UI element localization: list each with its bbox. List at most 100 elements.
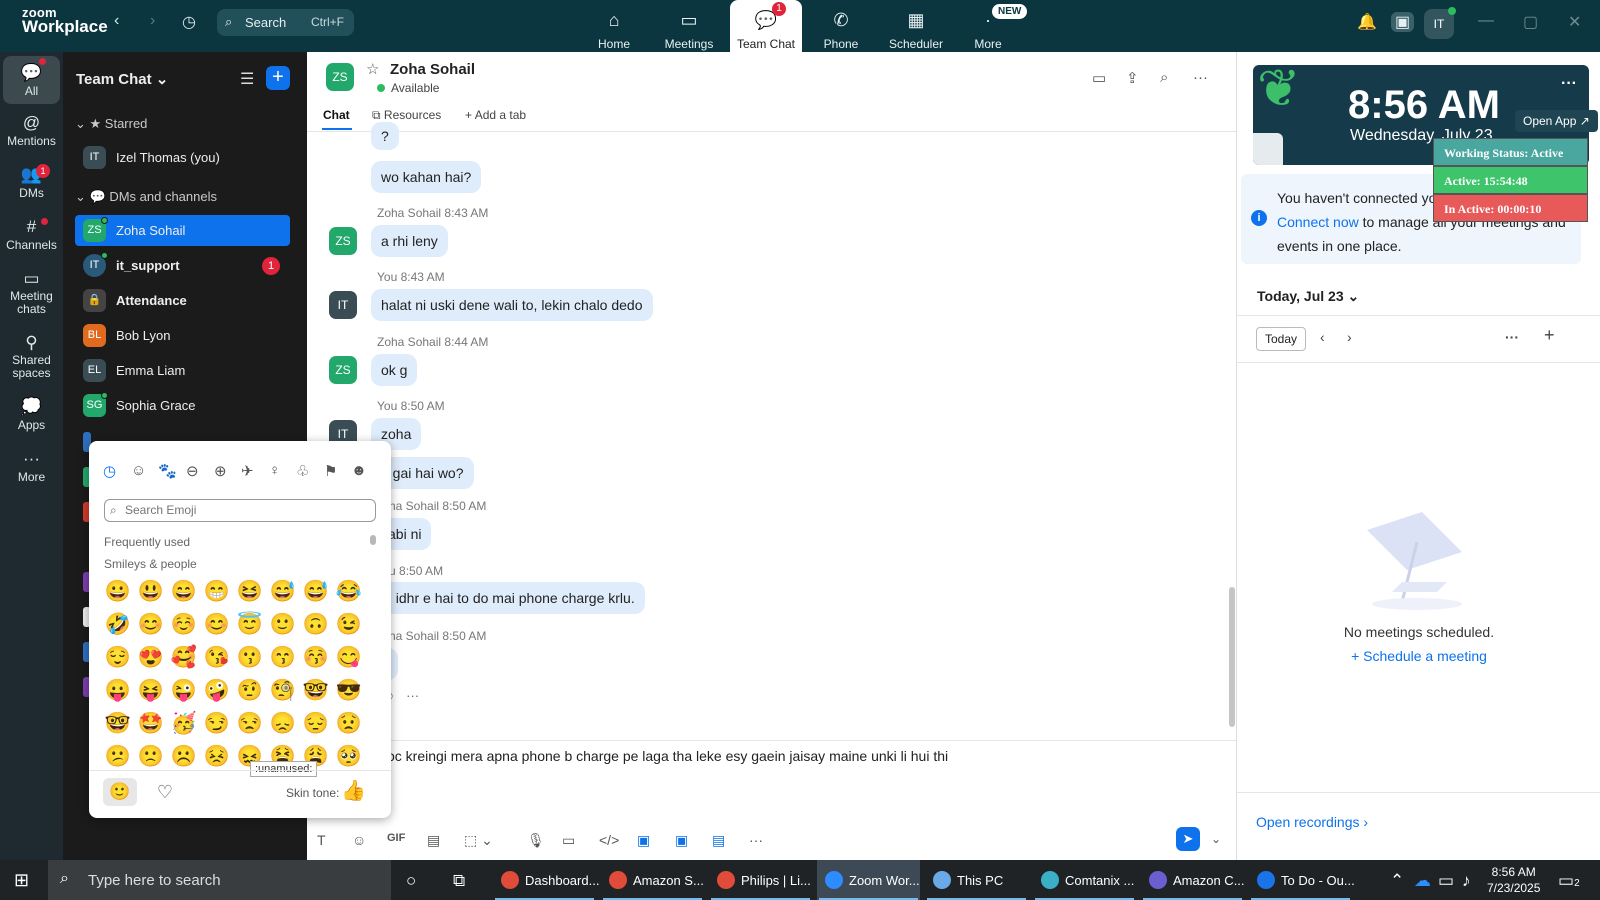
message-bubble[interactable]: a rhi leny [371,225,448,257]
share-screen-icon[interactable]: ⇪ [1126,69,1139,87]
emoji-cell[interactable]: 😍 [136,643,166,673]
emoji-cell[interactable]: 🥺 [334,742,364,772]
filter-icon[interactable]: ☰ [240,69,254,89]
history-icon[interactable]: ◷ [182,12,196,32]
emoji-cell[interactable]: 🤪 [202,676,232,706]
emoji-search-field[interactable] [125,503,370,517]
emoji-cell[interactable]: 🤩 [136,709,166,739]
notifications-icon[interactable]: ▭2 [1558,871,1580,891]
emoji-cell[interactable]: 🙂 [268,610,298,640]
open-recordings-link[interactable]: Open recordings › [1256,814,1368,830]
rail-meeting-chats[interactable]: ▭ Meeting chats [3,268,60,316]
sidebar-item-emma-liam[interactable]: EL Emma Liam [75,355,290,386]
emoji-cell[interactable]: 🥳 [169,709,199,739]
format-text-icon[interactable]: T [317,832,326,848]
emoji-cell[interactable]: ☺️ [169,610,199,640]
emoji-cell[interactable]: 😄 [169,577,199,607]
animal-icon[interactable]: 🐾 [158,462,177,480]
rail-shared-spaces[interactable]: ⚲ Shared spaces [3,332,60,380]
nav-meetings[interactable]: ▭ Meetings [653,0,725,52]
emoji-cell[interactable]: 😉 [334,610,364,640]
rail-dms[interactable]: 👥 1 DMs [3,164,60,200]
taskbar-app[interactable]: This PC [925,860,1028,900]
search-icon[interactable]: ⌕ [1160,69,1168,86]
emoji-cell[interactable]: 😅 [301,577,331,607]
close-window-icon[interactable]: ✕ [1568,12,1581,32]
next-day-icon[interactable]: › [1347,329,1352,345]
emoji-cell[interactable]: 😘 [202,643,232,673]
screenshot-icon[interactable]: ⬚ ⌄ [464,832,493,849]
emoji-cell[interactable]: 😛 [103,676,133,706]
emoji-cell[interactable]: 😎 [334,676,364,706]
emoji-cell[interactable]: 🙁 [136,742,166,772]
taskbar-app[interactable]: Amazon C... [1141,860,1245,900]
profile-avatar[interactable]: IT [1424,7,1456,39]
app-icon[interactable]: ▣ [675,832,688,849]
today-button[interactable]: Today [1256,327,1306,351]
emoji-cell[interactable]: 😝 [136,676,166,706]
taskbar-app[interactable]: Zoom Wor... [817,860,920,900]
forward-arrow-icon[interactable]: › [150,12,155,30]
message-bubble[interactable]: halat ni uski dene wali to, lekin chalo … [371,289,653,321]
food-icon[interactable]: ⊖ [186,462,199,480]
emoji-cell[interactable]: 😞 [268,709,298,739]
emoji-cell[interactable]: 😗 [235,643,265,673]
symbols-icon[interactable]: ♧ [296,462,309,480]
global-search[interactable]: ⌕ Search Ctrl+F [217,9,354,36]
emoji-cell[interactable]: 🙃 [301,610,331,640]
microphone-icon[interactable]: 🎙 [527,832,545,849]
contact-name[interactable]: Zoha Sohail [390,61,475,78]
date-heading[interactable]: Today, Jul 23 ⌄ [1257,288,1359,305]
emoji-icon[interactable]: ☺ [352,832,366,848]
nav-team-chat[interactable]: 💬 1 Team Chat [730,0,802,52]
video-call-icon[interactable]: ▭ [1092,69,1106,87]
sidebar-item-sophia-grace[interactable]: SG Sophia Grace [75,390,290,421]
taskbar-app[interactable]: To Do - Ou... [1249,860,1355,900]
emoji-cell[interactable]: 🤣 [103,610,133,640]
task-view-icon[interactable]: ⧉ [453,871,465,891]
message-bubble[interactable]: bi idhr e hai to do mai phone charge krl… [371,582,645,614]
message-bubble[interactable]: wo kahan hai? [371,161,482,193]
emoji-cell[interactable]: 🧐 [268,676,298,706]
more-options-icon[interactable]: ··· [1561,75,1577,93]
emoji-cell[interactable]: 😔 [301,709,331,739]
bell-icon[interactable]: 🔔 [1357,12,1377,32]
emoji-cell[interactable]: ☹️ [169,742,199,772]
emoji-cell[interactable]: 🤨 [235,676,265,706]
network-icon[interactable]: ▭ [1438,871,1454,891]
flag-icon[interactable]: ⚑ [324,462,337,480]
rail-channels[interactable]: # Channels [3,216,60,252]
open-app-button[interactable]: Open App ↗ [1515,110,1598,132]
emoji-cell[interactable]: 🥰 [169,643,199,673]
nav-home[interactable]: ⌂ Home [578,0,650,52]
emoji-cell[interactable]: 😋 [334,643,364,673]
taskbar-clock[interactable]: 8:56 AM 7/23/2025 [1487,864,1540,896]
globe-icon[interactable]: ⊕ [214,462,227,480]
video-message-icon[interactable]: ▭ [562,832,575,849]
taskbar-search[interactable]: ⌕ Type here to search [48,860,391,900]
taskbar-app[interactable]: Dashboard... [493,860,599,900]
section-starred[interactable]: ⌄ ★ Starred [75,116,147,132]
emoji-cell[interactable]: 😟 [334,709,364,739]
new-chat-button[interactable]: + [266,66,290,90]
emoji-cell[interactable]: 😆 [235,577,265,607]
emoji-cell[interactable]: 🤓 [301,676,331,706]
emoji-cell[interactable]: 😃 [136,577,166,607]
scrollbar[interactable] [370,535,376,545]
cortana-icon[interactable]: ○ [406,871,416,891]
gif-icon[interactable]: GIF [387,832,405,844]
message-bubble[interactable]: ? [371,122,399,150]
rail-apps[interactable]: 💭 Apps [3,396,60,432]
emoji-cell[interactable]: 😊 [136,610,166,640]
schedule-meeting-link[interactable]: + Schedule a meeting [1237,648,1600,664]
tab-resources[interactable]: ⧉ Resources [372,108,441,123]
more-options-icon[interactable]: ··· [1193,69,1208,86]
emoji-cell[interactable]: 😒 [235,709,265,739]
send-button[interactable]: ➤ [1176,827,1200,851]
skin-tone-button[interactable]: 👍 [341,778,366,803]
emoji-search-input[interactable]: ⌕ [104,499,376,522]
lightbulb-icon[interactable]: ♀ [269,462,280,479]
windows-start-icon[interactable]: ⊞ [14,870,29,891]
more-tools-icon[interactable]: ··· [749,832,763,848]
sidebar-item-self[interactable]: IT Izel Thomas (you) [75,142,290,173]
